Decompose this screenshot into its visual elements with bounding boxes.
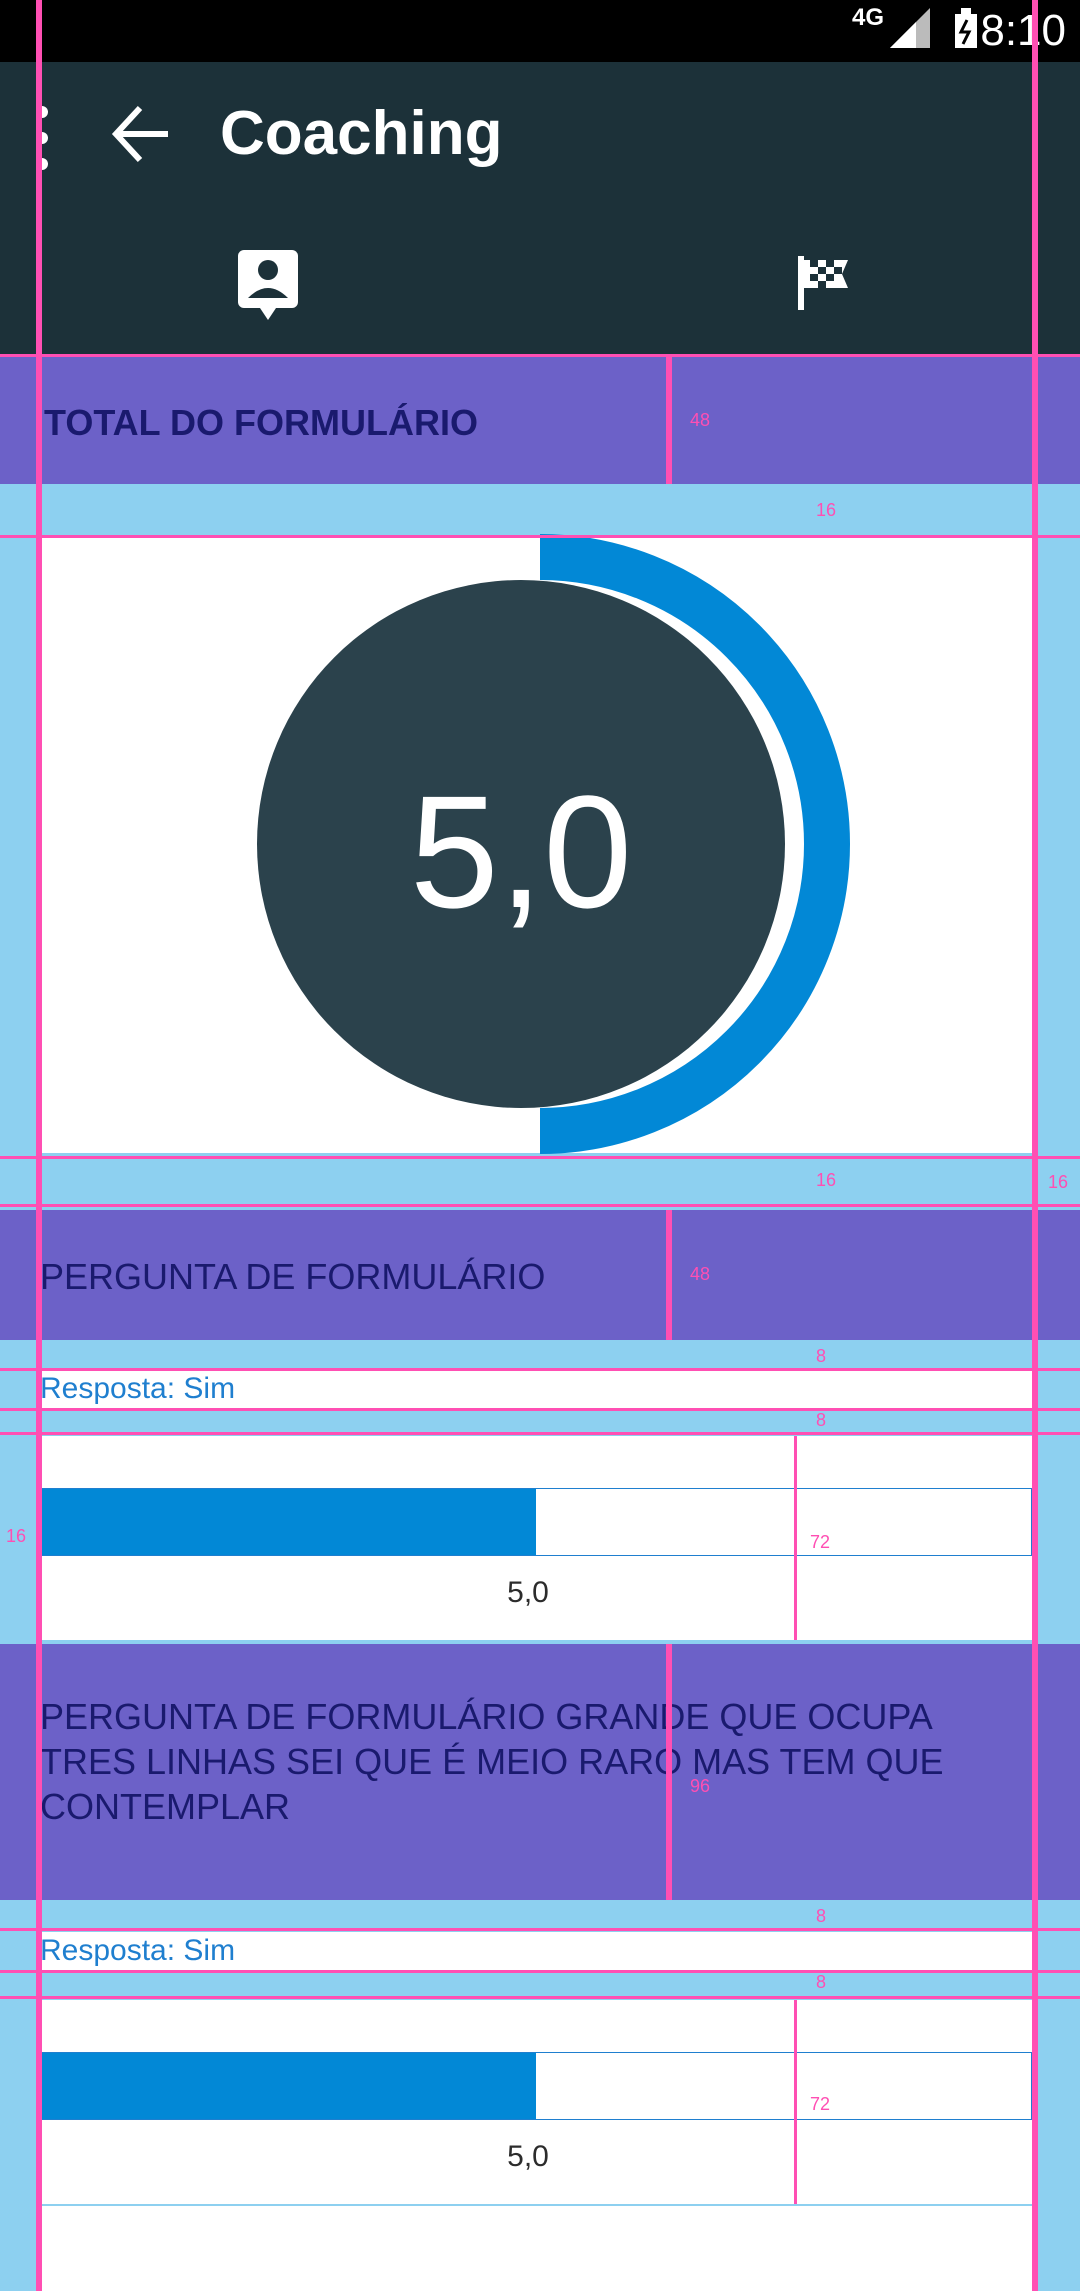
guide-label: 48 xyxy=(690,410,711,430)
guide-label: 48 xyxy=(690,1264,711,1284)
guide-line xyxy=(1032,0,1038,2291)
score-ring xyxy=(257,534,850,1154)
question-1-score-card: 5,0 xyxy=(40,1436,1036,1640)
guide-line xyxy=(666,1210,672,1340)
guide-label: 16 xyxy=(1048,1172,1069,1192)
question-2-title: PERGUNTA DE FORMULÁRIO GRANDE QUE OCUPA … xyxy=(40,1696,944,1827)
guide-line xyxy=(0,1156,1080,1159)
question-2-score: 5,0 xyxy=(507,2140,549,2173)
guide-line xyxy=(0,1204,1080,1207)
guide-label: 8 xyxy=(816,1410,827,1430)
guide-line xyxy=(0,535,1080,538)
guide-line xyxy=(0,354,1080,357)
total-score: 5,0 xyxy=(409,762,633,941)
guide-label: 96 xyxy=(690,1776,711,1796)
question-1-title: PERGUNTA DE FORMULÁRIO xyxy=(40,1256,546,1297)
question-1-answer-row: Resposta: Sim xyxy=(40,1370,1036,1408)
question-2-bar-fill xyxy=(41,2053,536,2119)
guide-label: 72 xyxy=(810,2094,831,2114)
question-2-score-card: 5,0 xyxy=(40,2000,1036,2204)
guide-label: 8 xyxy=(816,1972,827,1992)
guide-line xyxy=(666,356,672,484)
guide-line xyxy=(0,1408,1080,1411)
guide-line xyxy=(794,1436,797,1640)
guide-label: 8 xyxy=(816,1906,827,1926)
guide-line xyxy=(36,0,42,2291)
question-2-answer-row: Resposta: Sim xyxy=(40,1932,1036,1970)
guide-label: 16 xyxy=(816,1170,837,1190)
guide-line xyxy=(794,2000,797,2204)
guide-label: 16 xyxy=(816,500,837,520)
question-1-bar xyxy=(40,1488,1032,1556)
guide-label: 72 xyxy=(810,1532,831,1552)
guide-line xyxy=(666,1644,672,1900)
question-2-answer: Resposta: Sim xyxy=(40,1934,236,1967)
question-2-header: PERGUNTA DE FORMULÁRIO GRANDE QUE OCUPA … xyxy=(0,1644,1080,1900)
guide-label: 16 xyxy=(6,1526,27,1546)
footer-space xyxy=(40,2206,1036,2291)
guide-line xyxy=(0,1928,1080,1931)
question-1-answer: Resposta: Sim xyxy=(40,1372,236,1405)
guide-line xyxy=(0,1970,1080,1973)
guide-label: 8 xyxy=(816,1346,827,1366)
guide-line xyxy=(0,1432,1080,1435)
guide-line xyxy=(0,1368,1080,1371)
guide-line xyxy=(0,1996,1080,1999)
question-1-header: PERGUNTA DE FORMULÁRIO xyxy=(0,1210,1080,1340)
question-1-bar-fill xyxy=(41,1489,536,1555)
question-2-bar xyxy=(40,2052,1032,2120)
question-1-score: 5,0 xyxy=(507,1576,549,1609)
